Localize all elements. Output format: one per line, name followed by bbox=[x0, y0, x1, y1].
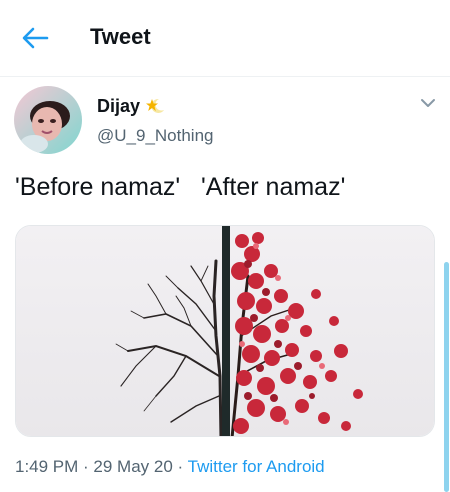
author-handle[interactable]: @U_9_Nothing bbox=[97, 126, 214, 146]
scrollbar[interactable] bbox=[444, 262, 449, 492]
tree-before-after-photo bbox=[16, 226, 434, 436]
arrow-left-icon bbox=[22, 27, 49, 49]
avatar-image bbox=[14, 86, 82, 154]
tweet-time: 1:49 PM bbox=[15, 457, 79, 476]
top-bar: Tweet bbox=[0, 0, 450, 77]
meta-separator-2: · bbox=[172, 457, 188, 476]
author-name[interactable]: Dijay bbox=[97, 96, 140, 117]
page-title: Tweet bbox=[90, 24, 151, 49]
star-moon-emoji-icon bbox=[144, 96, 166, 114]
chevron-down-icon[interactable] bbox=[418, 96, 438, 110]
avatar[interactable] bbox=[14, 86, 82, 154]
tweet-source-link[interactable]: Twitter for Android bbox=[188, 457, 325, 476]
tweet-meta: 1:49 PM · 29 May 20 · Twitter for Androi… bbox=[15, 457, 325, 477]
tweet-media-image[interactable] bbox=[15, 225, 435, 437]
tweet-date: 29 May 20 bbox=[93, 457, 173, 476]
tweet-text: 'Before namaz' 'After namaz' bbox=[15, 173, 346, 201]
back-button[interactable] bbox=[14, 22, 54, 54]
meta-separator: · bbox=[78, 457, 94, 476]
